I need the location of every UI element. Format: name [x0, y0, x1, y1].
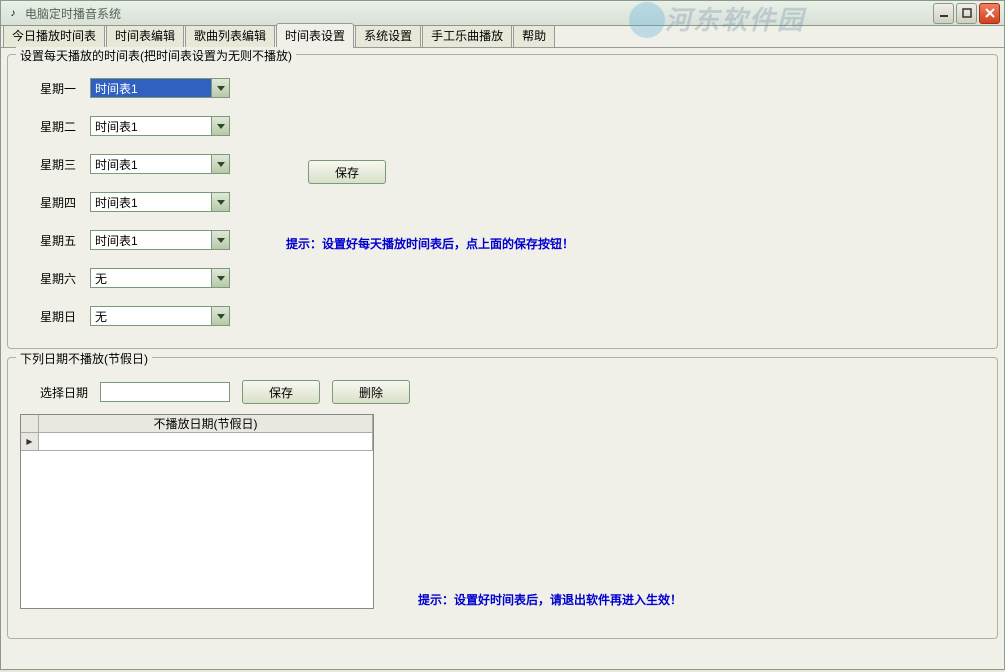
grid-cell[interactable] — [39, 433, 373, 451]
date-input[interactable] — [100, 382, 230, 402]
day-label-sat: 星期六 — [40, 270, 90, 287]
minimize-icon — [939, 8, 949, 18]
day-label-thu: 星期四 — [40, 194, 90, 211]
holiday-group: 下列日期不播放(节假日) 选择日期 保存 删除 不播放日期(节假日) 提示：设置… — [7, 357, 998, 639]
tab-today-schedule[interactable]: 今日播放时间表 — [3, 23, 105, 47]
tab-help[interactable]: 帮助 — [513, 23, 555, 47]
combo-fri[interactable]: 时间表1 — [90, 230, 230, 250]
combo-sun[interactable]: 无 — [90, 306, 230, 326]
combo-thu[interactable]: 时间表1 — [90, 192, 230, 212]
day-label-tue: 星期二 — [40, 118, 90, 135]
window-title: 电脑定时播音系统 — [25, 5, 933, 22]
close-button[interactable] — [979, 3, 1000, 24]
combo-sat[interactable]: 无 — [90, 268, 230, 288]
maximize-icon — [962, 8, 972, 18]
tab-songlist-edit[interactable]: 歌曲列表编辑 — [185, 23, 275, 47]
tab-schedule-settings[interactable]: 时间表设置 — [276, 23, 354, 48]
day-label-sun: 星期日 — [40, 308, 90, 325]
day-label-fri: 星期五 — [40, 232, 90, 249]
titlebar: ♪ 电脑定时播音系统 — [0, 0, 1005, 26]
holiday-grid[interactable]: 不播放日期(节假日) — [20, 414, 374, 609]
day-label-mon: 星期一 — [40, 80, 90, 97]
combo-tue[interactable]: 时间表1 — [90, 116, 230, 136]
row-marker-icon — [21, 433, 39, 451]
app-icon: ♪ — [5, 5, 21, 21]
close-icon — [985, 8, 995, 18]
chevron-down-icon[interactable] — [211, 155, 229, 173]
content-area: 设置每天播放的时间表(把时间表设置为无则不播放) 星期一 时间表1 星期二 时间… — [0, 48, 1005, 670]
chevron-down-icon[interactable] — [211, 231, 229, 249]
chevron-down-icon[interactable] — [211, 117, 229, 135]
weekly-schedule-group: 设置每天播放的时间表(把时间表设置为无则不播放) 星期一 时间表1 星期二 时间… — [7, 54, 998, 349]
grid-corner — [21, 415, 39, 432]
tab-schedule-edit[interactable]: 时间表编辑 — [106, 23, 184, 47]
save-weekly-button[interactable]: 保存 — [308, 160, 386, 184]
combo-wed[interactable]: 时间表1 — [90, 154, 230, 174]
tab-bar: 今日播放时间表 时间表编辑 歌曲列表编辑 时间表设置 系统设置 手工乐曲播放 帮… — [0, 26, 1005, 48]
delete-holiday-button[interactable]: 删除 — [332, 380, 410, 404]
select-date-label: 选择日期 — [40, 384, 88, 401]
table-row — [21, 433, 373, 451]
tab-system-settings[interactable]: 系统设置 — [355, 23, 421, 47]
chevron-down-icon[interactable] — [211, 269, 229, 287]
day-row-wed: 星期三 时间表1 — [40, 153, 985, 175]
save-holiday-button[interactable]: 保存 — [242, 380, 320, 404]
weekly-schedule-title: 设置每天播放的时间表(把时间表设置为无则不播放) — [16, 47, 296, 64]
day-row-thu: 星期四 时间表1 — [40, 191, 985, 213]
day-label-wed: 星期三 — [40, 156, 90, 173]
day-row-sat: 星期六 无 — [40, 267, 985, 289]
chevron-down-icon[interactable] — [211, 307, 229, 325]
chevron-down-icon[interactable] — [211, 193, 229, 211]
day-row-mon: 星期一 时间表1 — [40, 77, 985, 99]
holiday-group-title: 下列日期不播放(节假日) — [16, 350, 152, 367]
minimize-button[interactable] — [933, 3, 954, 24]
day-row-sun: 星期日 无 — [40, 305, 985, 327]
tab-manual-play[interactable]: 手工乐曲播放 — [422, 23, 512, 47]
combo-mon[interactable]: 时间表1 — [90, 78, 230, 98]
weekly-hint: 提示：设置好每天播放时间表后，点上面的保存按钮！ — [286, 235, 574, 252]
maximize-button[interactable] — [956, 3, 977, 24]
chevron-down-icon[interactable] — [211, 79, 229, 97]
day-row-tue: 星期二 时间表1 — [40, 115, 985, 137]
holiday-hint: 提示：设置好时间表后，请退出软件再进入生效！ — [418, 591, 682, 608]
grid-column-header: 不播放日期(节假日) — [39, 415, 373, 432]
